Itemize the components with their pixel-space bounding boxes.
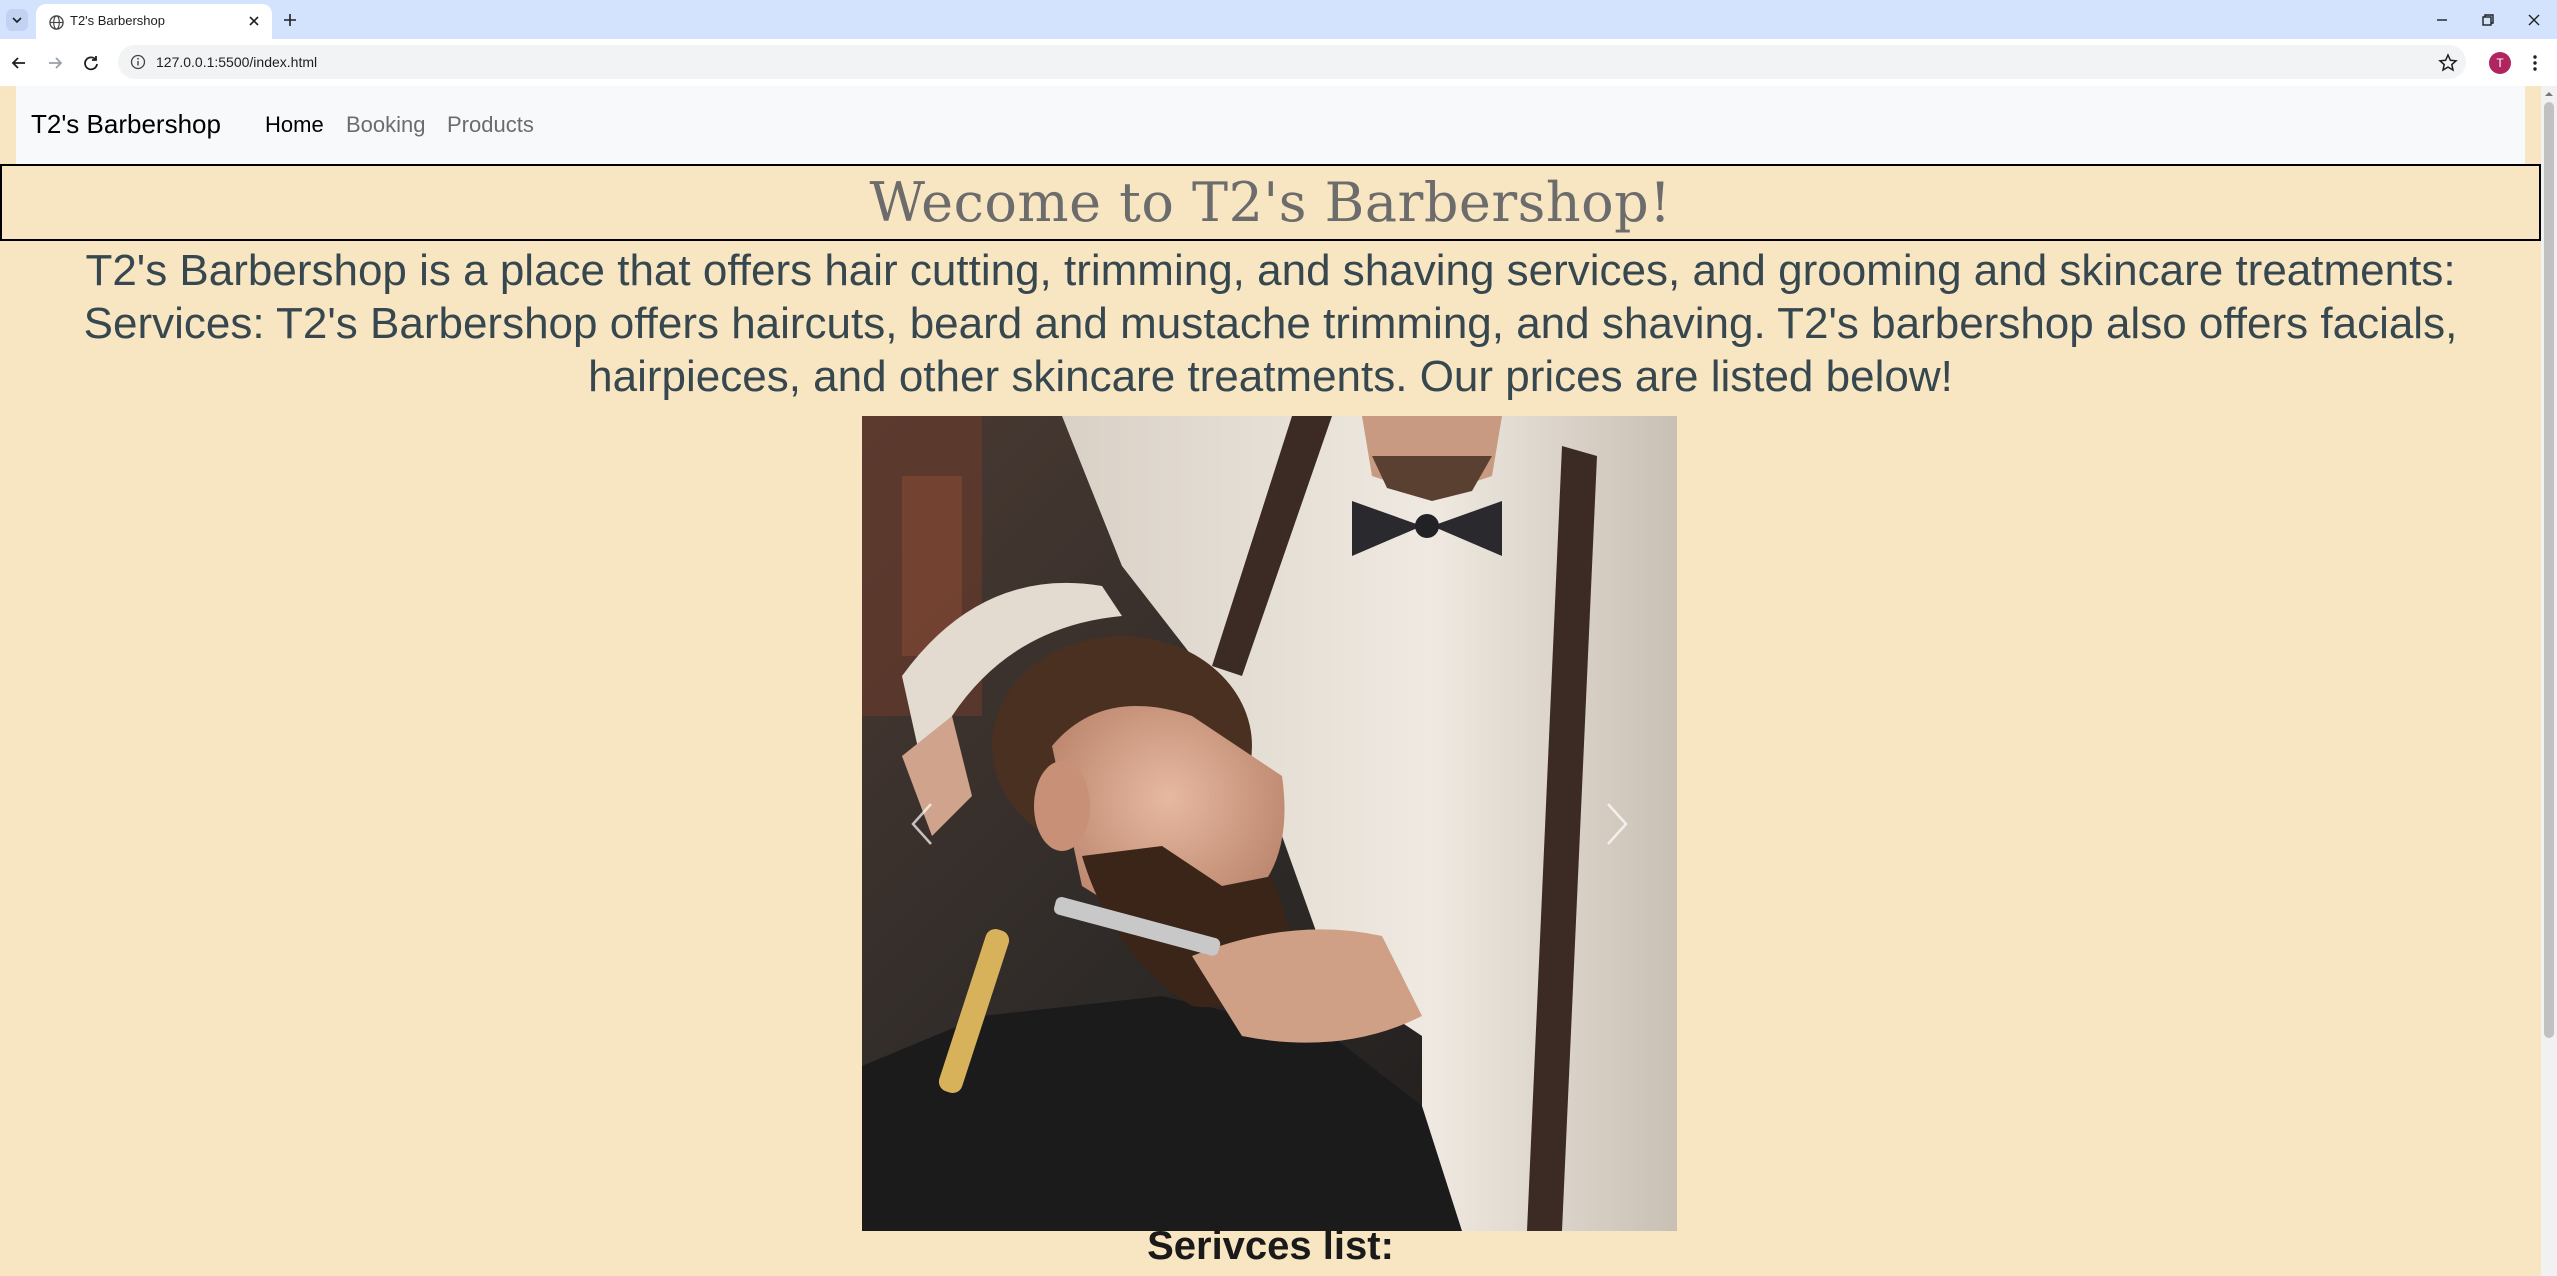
close-icon[interactable] bbox=[246, 13, 262, 29]
address-bar[interactable]: 127.0.0.1:5500/index.html bbox=[118, 45, 2466, 79]
tab-list-button[interactable] bbox=[6, 9, 28, 31]
avatar-initial: T bbox=[2496, 56, 2504, 70]
carousel-prev-button[interactable] bbox=[862, 416, 982, 1231]
page-viewport: T2's Barbershop Home Booking Products We… bbox=[0, 86, 2541, 1276]
info-icon[interactable] bbox=[130, 54, 146, 70]
brand-link[interactable]: T2's Barbershop bbox=[31, 109, 221, 140]
chevron-right-icon bbox=[1607, 802, 1628, 845]
barber-shaving-photo bbox=[862, 416, 1677, 1231]
carousel-next-button[interactable] bbox=[1557, 416, 1677, 1231]
nav-link-booking[interactable]: Booking bbox=[346, 112, 426, 138]
nav-link-products[interactable]: Products bbox=[447, 112, 534, 138]
url-text: 127.0.0.1:5500/index.html bbox=[156, 54, 318, 70]
reload-icon[interactable] bbox=[80, 52, 102, 74]
browser-tabstrip: T2's Barbershop bbox=[0, 0, 2557, 39]
window-close-icon[interactable] bbox=[2524, 10, 2544, 30]
site-navbar: T2's Barbershop Home Booking Products bbox=[16, 86, 2525, 164]
intro-paragraph: T2's Barbershop is a place that offers h… bbox=[83, 246, 2458, 401]
vertical-scrollbar[interactable] bbox=[2541, 86, 2557, 1276]
restore-icon[interactable] bbox=[2478, 10, 2498, 30]
page-title: Wecome to T2's Barbershop! bbox=[869, 171, 1672, 234]
tab-list-icon bbox=[12, 17, 22, 24]
scroll-up-icon[interactable] bbox=[2545, 90, 2553, 98]
back-icon[interactable] bbox=[8, 52, 30, 74]
image-carousel bbox=[862, 416, 1677, 1231]
nav-link-home[interactable]: Home bbox=[265, 112, 324, 138]
globe-icon bbox=[49, 15, 64, 30]
avatar[interactable]: T bbox=[2489, 52, 2511, 74]
kebab-menu-icon[interactable] bbox=[2524, 52, 2546, 74]
forward-icon[interactable] bbox=[44, 52, 66, 74]
scrollbar-thumb[interactable] bbox=[2544, 102, 2554, 1038]
services-heading: Serivces list: bbox=[1147, 1224, 1394, 1268]
browser-toolbar: 127.0.0.1:5500/index.html T bbox=[0, 39, 2557, 86]
browser-tab[interactable]: T2's Barbershop bbox=[36, 4, 272, 39]
chevron-left-icon bbox=[911, 802, 932, 845]
minimize-icon[interactable] bbox=[2432, 10, 2452, 30]
plus-icon[interactable] bbox=[280, 10, 300, 30]
star-icon[interactable] bbox=[2437, 52, 2459, 74]
welcome-banner: Wecome to T2's Barbershop! bbox=[0, 164, 2541, 241]
tab-title: T2's Barbershop bbox=[70, 13, 165, 28]
